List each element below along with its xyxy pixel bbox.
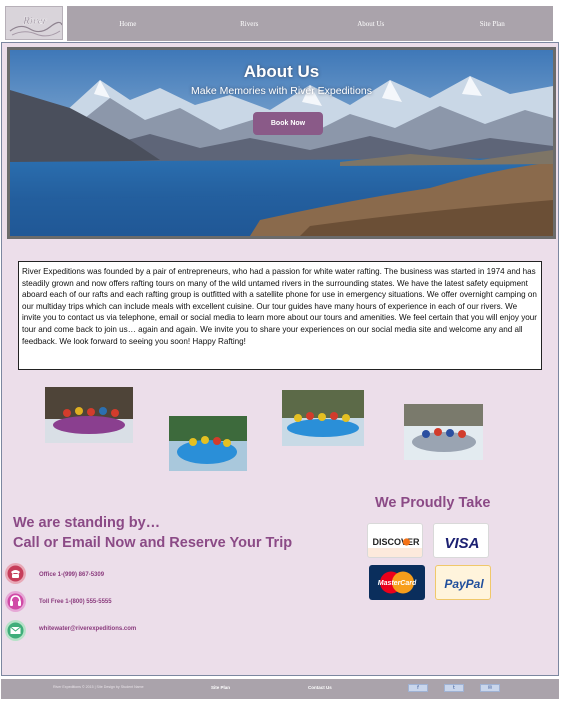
footer-contact-us-link[interactable]: Contact Us: [308, 685, 332, 690]
visa-card-logo: VISA: [433, 523, 489, 558]
about-text-box: River Expeditions was founded by a pair …: [18, 261, 542, 370]
toll-free-phone[interactable]: Toll Free 1-(800) 555-5555: [39, 599, 112, 605]
standing-by-heading: We are standing by…: [13, 515, 161, 531]
phone-icon: [5, 563, 26, 584]
svg-text:MasterCard: MasterCard: [378, 580, 417, 587]
mail-icon: [5, 620, 26, 641]
hero-subtitle: Make Memories with River Expeditions: [191, 85, 372, 97]
paypal-logo: PayPal: [435, 565, 491, 600]
about-paragraph: River Expeditions was founded by a pair …: [22, 267, 537, 346]
svg-text:PayPal: PayPal: [444, 577, 484, 591]
svg-text:River: River: [22, 15, 48, 27]
headset-icon: [5, 591, 26, 612]
svg-text:DISCOVER: DISCOVER: [372, 537, 420, 547]
mastercard-logo: MasterCard: [369, 565, 425, 600]
raft-photo-2: [169, 416, 247, 471]
main-content: About Us Make Memories with River Expedi…: [1, 42, 559, 676]
nav-home[interactable]: Home: [67, 20, 189, 28]
raft-photo-1: [45, 387, 133, 443]
email-icon[interactable]: ✉: [480, 684, 500, 692]
footer: River Expeditions © 2015 | Site Design b…: [1, 679, 559, 699]
site-logo[interactable]: River: [5, 6, 63, 40]
raft-photo-3: [282, 390, 364, 446]
book-now-button[interactable]: Book Now: [253, 112, 323, 135]
top-bar: River Home Rivers About Us Site Plan: [0, 0, 562, 44]
page-title: About Us: [243, 62, 320, 81]
twitter-icon[interactable]: t: [444, 684, 464, 692]
main-nav: Home Rivers About Us Site Plan: [67, 6, 553, 41]
raft-photo-4: [404, 404, 483, 460]
facebook-icon[interactable]: f: [408, 684, 428, 692]
hero-banner: About Us Make Memories with River Expedi…: [7, 47, 556, 239]
nav-site-plan[interactable]: Site Plan: [432, 20, 554, 28]
footer-copyright: River Expeditions © 2015 | Site Design b…: [53, 685, 144, 689]
nav-about-us[interactable]: About Us: [310, 20, 432, 28]
call-now-heading: Call or Email Now and Reserve Your Trip: [13, 535, 293, 551]
discover-card-logo: DISCOVER: [367, 523, 423, 558]
nav-rivers[interactable]: Rivers: [189, 20, 311, 28]
footer-site-plan-link[interactable]: Site Plan: [211, 685, 230, 690]
contact-email[interactable]: whitewater@riverexpeditions.com: [39, 626, 136, 632]
river-logo-graphic: River: [9, 15, 62, 37]
svg-text:VISA: VISA: [444, 535, 479, 552]
office-phone[interactable]: Office 1-(999) 867-5309: [39, 572, 104, 578]
payment-heading: We Proudly Take: [375, 495, 491, 511]
